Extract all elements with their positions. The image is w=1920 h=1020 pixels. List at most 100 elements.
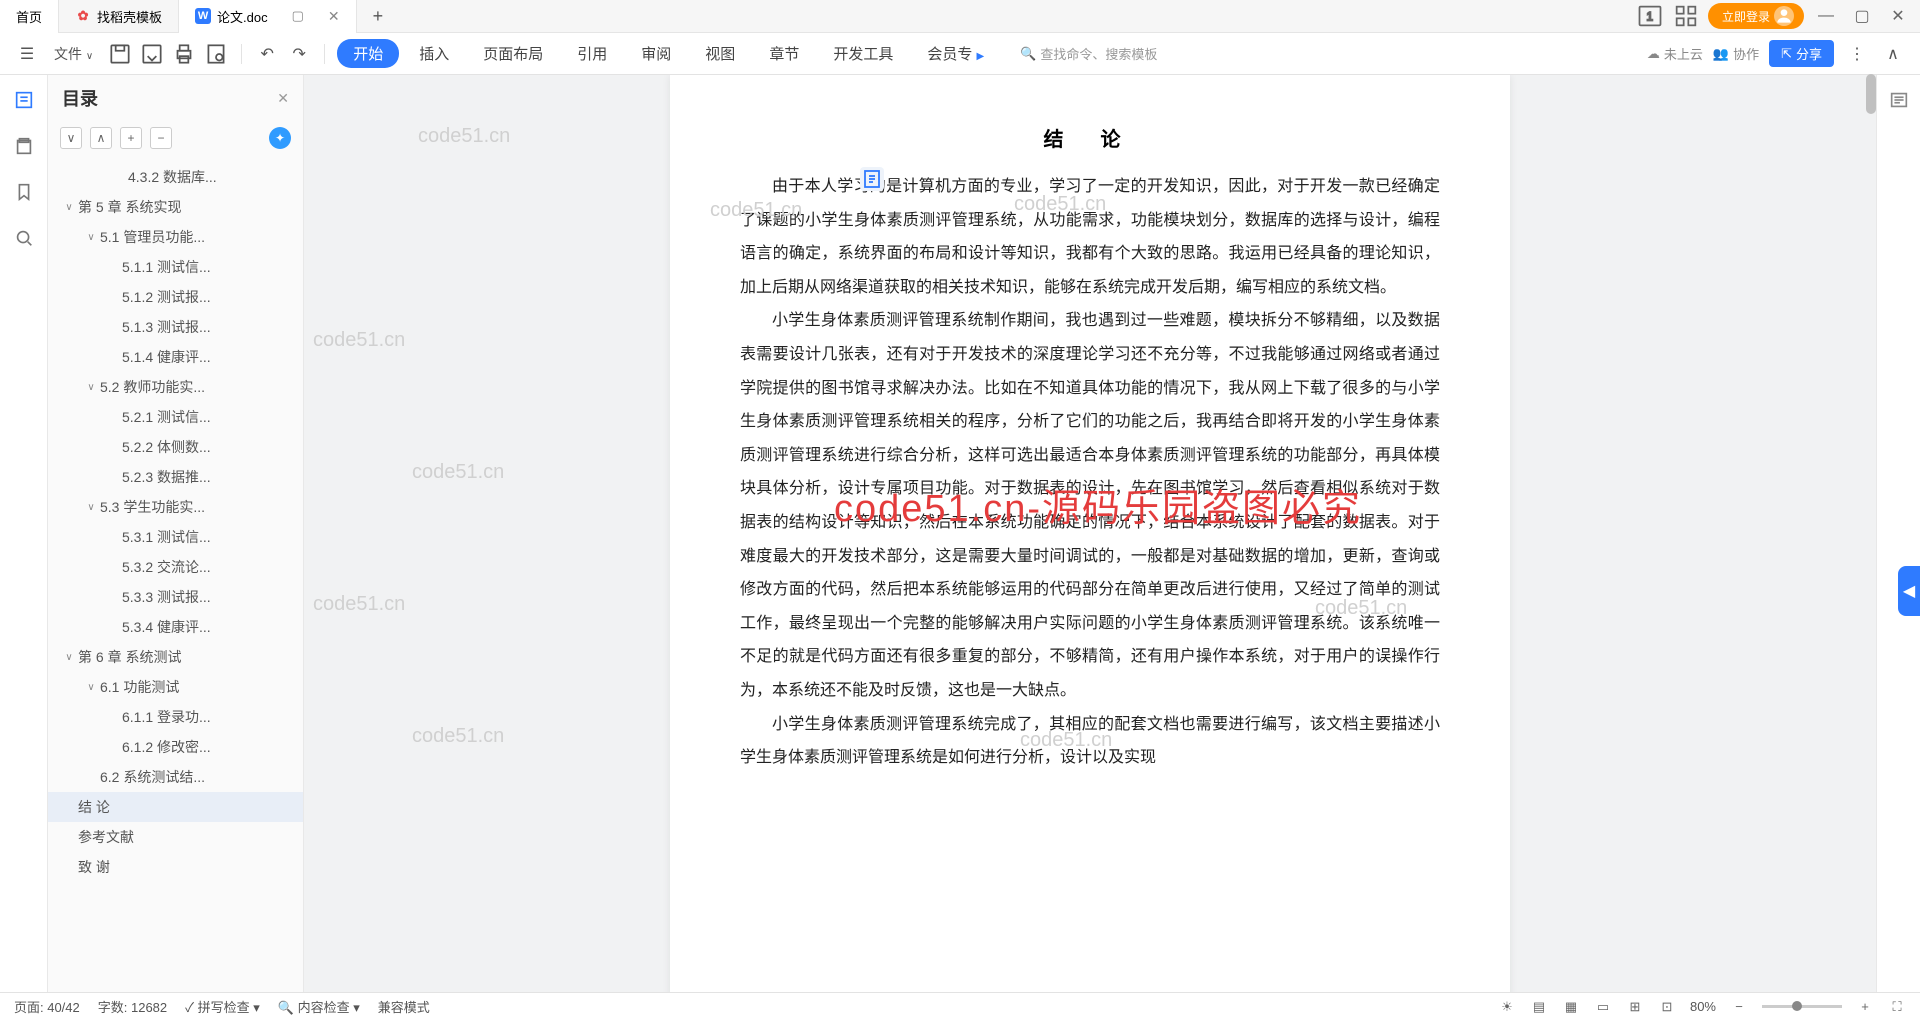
window-maximize-icon[interactable]: ▢ <box>1848 2 1876 30</box>
window-close-icon[interactable]: ✕ <box>1884 2 1912 30</box>
outline-item[interactable]: ∨5.1 管理员功能... <box>48 222 303 252</box>
collab-button[interactable]: 👥协作 <box>1713 44 1759 63</box>
main-area: 目录 ✕ ∨ ∧ + − ✦ 4.3.2 数据库... ∨第 5 章 系统实现∨… <box>0 75 1920 992</box>
outline-item[interactable]: 参考文献 <box>48 822 303 852</box>
outline-item[interactable]: 6.1.2 修改密... <box>48 732 303 762</box>
zoom-level[interactable]: 80% <box>1690 999 1716 1014</box>
command-search-input[interactable]: 🔍 查找命令、搜索模板 <box>1012 41 1165 66</box>
redo-icon[interactable]: ↷ <box>286 41 312 67</box>
document-viewport[interactable]: 结 论 由于本人学习的是计算机方面的专业，学习了一定的开发知识，因此，对于开发一… <box>304 75 1876 992</box>
watermark: code51.cn <box>412 725 504 748</box>
more-icon[interactable]: ⋮ <box>1844 41 1870 67</box>
outline-item[interactable]: 5.1.2 测试报... <box>48 282 303 312</box>
tab-reference[interactable]: 引用 <box>563 39 621 68</box>
eye-care-icon[interactable]: ☀ <box>1498 998 1516 1016</box>
tab-document-active[interactable]: W 论文.doc ▢ ✕ <box>179 0 357 33</box>
outline-item[interactable]: ∨5.3 学生功能实... <box>48 492 303 522</box>
tab-home[interactable]: 首页 <box>0 0 59 33</box>
tab-insert[interactable]: 插入 <box>405 39 463 68</box>
side-flyout-tab[interactable]: ◀ <box>1898 566 1920 616</box>
app-grid-icon[interactable] <box>1672 2 1700 30</box>
fullscreen-icon[interactable]: ⛶ <box>1888 998 1906 1016</box>
avatar-icon <box>1774 6 1794 26</box>
expand-all-icon[interactable]: ∧ <box>90 127 112 149</box>
outline-item[interactable]: 6.1.1 登录功... <box>48 702 303 732</box>
zoom-slider[interactable] <box>1792 1001 1802 1011</box>
file-menu[interactable]: 文件 ∨ <box>46 44 101 64</box>
outline-item[interactable]: 5.3.4 健康评... <box>48 612 303 642</box>
zoom-out-icon[interactable]: − <box>1730 998 1748 1016</box>
add-heading-icon[interactable]: + <box>120 127 142 149</box>
share-button[interactable]: ⇱分享 <box>1769 40 1834 67</box>
find-icon[interactable] <box>13 227 35 249</box>
outline-mode-icon[interactable]: ⊞ <box>1626 998 1644 1016</box>
compat-mode[interactable]: 兼容模式 <box>378 997 430 1016</box>
status-bar: 页面: 40/42 字数: 12682 ✓ 拼写检查 ▾ 🔍 内容检查 ▾ 兼容… <box>0 992 1920 1020</box>
print-icon[interactable] <box>171 41 197 67</box>
tab-start[interactable]: 开始 <box>337 39 399 68</box>
content-check-button[interactable]: 🔍 内容检查 ▾ <box>278 997 360 1016</box>
cloud-status[interactable]: ☁未上云 <box>1647 44 1703 63</box>
tab-present-icon[interactable]: ▢ <box>292 8 304 24</box>
remove-heading-icon[interactable]: − <box>150 127 172 149</box>
spellcheck-button[interactable]: ✓ 拼写检查 ▾ <box>185 997 260 1016</box>
page-indicator[interactable]: 页面: 40/42 <box>14 997 80 1016</box>
ai-assistant-icon[interactable]: ✦ <box>269 127 291 149</box>
zoom-settings-icon[interactable]: ⊡ <box>1658 998 1676 1016</box>
vertical-scrollbar[interactable] <box>1866 74 1876 114</box>
tab-close-icon[interactable]: ✕ <box>328 8 340 25</box>
save-icon[interactable] <box>107 41 133 67</box>
outline-item[interactable]: 5.2.2 体侧数... <box>48 432 303 462</box>
tab-layout[interactable]: 页面布局 <box>469 39 557 68</box>
window-minimize-icon[interactable]: — <box>1812 2 1840 30</box>
layout-1-icon[interactable]: 1 <box>1636 2 1664 30</box>
read-mode-icon[interactable]: ▤ <box>1530 998 1548 1016</box>
tab-devtools[interactable]: 开发工具 <box>819 39 907 68</box>
tab-chapter[interactable]: 章节 <box>755 39 813 68</box>
tab-view[interactable]: 视图 <box>691 39 749 68</box>
outline-item[interactable]: 5.1.4 健康评... <box>48 342 303 372</box>
outline-item[interactable]: 致 谢 <box>48 852 303 882</box>
outline-item[interactable]: ∨5.2 教师功能实... <box>48 372 303 402</box>
save-as-icon[interactable] <box>139 41 165 67</box>
right-panel-icon[interactable] <box>1888 89 1910 111</box>
web-mode-icon[interactable]: ▭ <box>1594 998 1612 1016</box>
template-icon: ✿ <box>75 8 91 24</box>
collapse-all-icon[interactable]: ∨ <box>60 127 82 149</box>
outline-item[interactable]: 5.2.3 数据推... <box>48 462 303 492</box>
outline-item[interactable]: 5.1.1 测试信... <box>48 252 303 282</box>
outline-toolbar: ∨ ∧ + − ✦ <box>48 121 303 156</box>
collapse-ribbon-icon[interactable]: ∧ <box>1880 41 1906 67</box>
outline-item[interactable]: 5.1.3 测试报... <box>48 312 303 342</box>
outline-item[interactable]: ∨第 5 章 系统实现 <box>48 192 303 222</box>
outline-item[interactable]: 5.3.3 测试报... <box>48 582 303 612</box>
login-button[interactable]: 立即登录 <box>1708 3 1804 29</box>
hamburger-icon[interactable]: ☰ <box>14 41 40 67</box>
watermark-overlay: code51.cn-源码乐园盗图必究 <box>834 477 1362 532</box>
outline-item[interactable]: 4.3.2 数据库... <box>48 162 303 192</box>
clipboard-icon[interactable] <box>13 135 35 157</box>
outline-close-icon[interactable]: ✕ <box>277 90 289 107</box>
tab-templates[interactable]: ✿ 找稻壳模板 <box>59 0 179 33</box>
tab-review[interactable]: 审阅 <box>627 39 685 68</box>
outline-item[interactable]: 结 论 <box>48 792 303 822</box>
word-doc-icon: W <box>195 8 211 24</box>
outline-item[interactable]: ∨第 6 章 系统测试 <box>48 642 303 672</box>
print-preview-icon[interactable] <box>203 41 229 67</box>
page-mode-icon[interactable]: ▦ <box>1562 998 1580 1016</box>
undo-icon[interactable]: ↶ <box>254 41 280 67</box>
outline-item[interactable]: ∨6.1 功能测试 <box>48 672 303 702</box>
new-tab-button[interactable]: + <box>357 6 400 27</box>
watermark: code51.cn <box>412 461 504 484</box>
outline-item[interactable]: 5.2.1 测试信... <box>48 402 303 432</box>
bookmark-icon[interactable] <box>13 181 35 203</box>
outline-panel-icon[interactable] <box>13 89 35 111</box>
outline-item[interactable]: 5.3.2 交流论... <box>48 552 303 582</box>
outline-item[interactable]: 6.2 系统测试结... <box>48 762 303 792</box>
svg-text:1: 1 <box>1646 11 1652 24</box>
outline-item[interactable]: 5.3.1 测试信... <box>48 522 303 552</box>
zoom-in-icon[interactable]: + <box>1856 998 1874 1016</box>
paragraph-tool-icon[interactable] <box>860 167 884 191</box>
word-count[interactable]: 字数: 12682 <box>98 997 167 1016</box>
tab-member[interactable]: 会员专 ▶ <box>913 39 998 68</box>
